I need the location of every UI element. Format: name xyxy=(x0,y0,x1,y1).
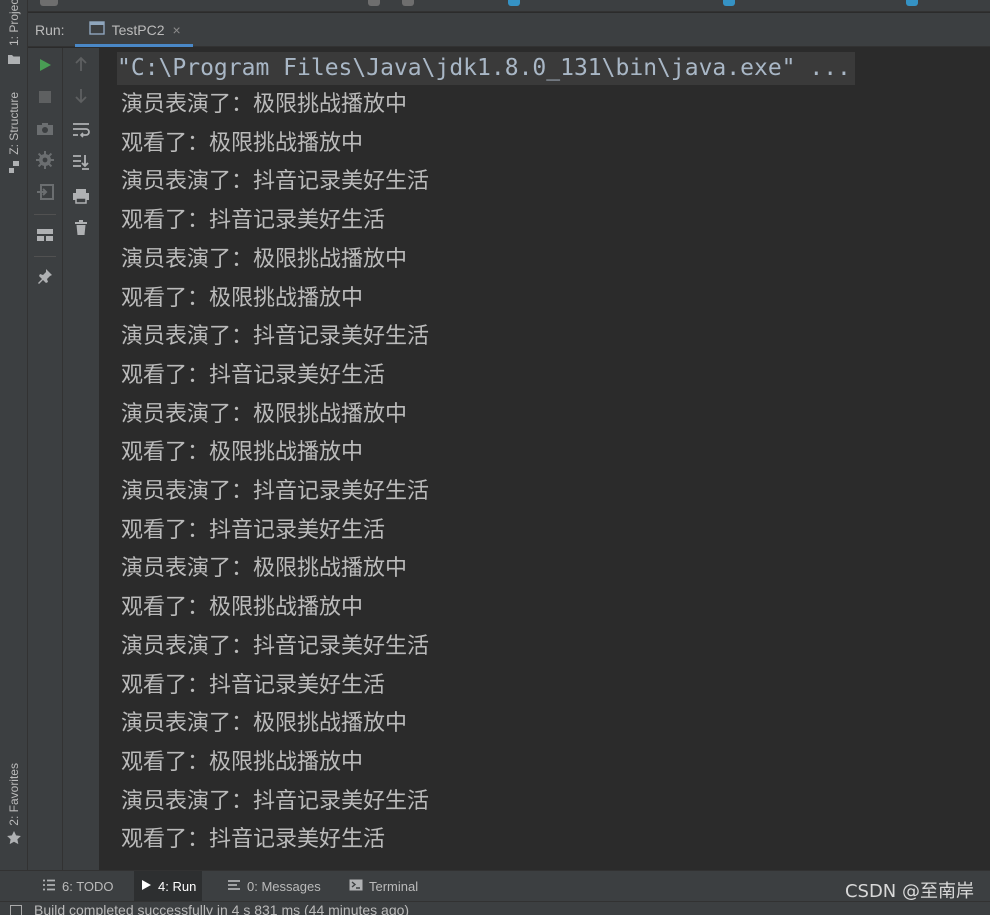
console-tab-icon xyxy=(88,21,105,38)
console-line: 观看了：抖音记录美好生活 xyxy=(121,517,386,543)
console-line: 观看了：极限挑战播放中 xyxy=(121,285,364,311)
tab-testpc2-label: TestPC2 xyxy=(111,21,165,38)
run-tool-window-header: Run: TestPC2 × xyxy=(28,13,990,47)
exit-icon xyxy=(36,184,54,204)
console-line: 观看了：抖音记录美好生活 xyxy=(121,672,386,698)
pin-icon xyxy=(37,268,53,288)
arrow-up-icon xyxy=(74,56,88,76)
camera-icon xyxy=(36,121,54,140)
clear-all-button[interactable] xyxy=(63,218,99,242)
gear-icon xyxy=(36,151,54,173)
console-line: 演员表演了：抖音记录美好生活 xyxy=(121,788,430,814)
run-toolbar-primary xyxy=(28,48,63,870)
console-line: 观看了：极限挑战播放中 xyxy=(121,130,364,156)
status-message: Build completed successfully in 4 s 831 … xyxy=(34,902,410,915)
previous-occurrence-button[interactable] xyxy=(63,54,99,78)
next-occurrence-button[interactable] xyxy=(63,86,99,110)
favorites-tab[interactable]: 2: Favorites xyxy=(0,763,28,850)
soft-wrap-icon xyxy=(72,122,90,142)
messages-icon xyxy=(227,879,241,894)
structure-icon xyxy=(7,159,21,178)
scroll-to-end-icon xyxy=(72,154,90,174)
editor-tab-icon[interactable] xyxy=(906,0,918,6)
editor-tab-strip xyxy=(28,0,990,12)
layout-icon xyxy=(36,227,54,246)
console-line: 演员表演了：极限挑战播放中 xyxy=(121,711,408,737)
close-icon[interactable]: × xyxy=(173,22,181,38)
console-line: 演员表演了：极限挑战播放中 xyxy=(121,92,408,117)
tab-todo[interactable]: 6: TODO xyxy=(36,871,120,902)
console-output[interactable]: "C:\Program Files\Java\jdk1.8.0_131\bin\… xyxy=(100,48,990,870)
play-icon xyxy=(38,57,52,76)
console-line: 演员表演了：极限挑战播放中 xyxy=(121,556,408,582)
pin-tab-button[interactable] xyxy=(28,266,62,290)
tab-terminal-label: Terminal xyxy=(369,879,419,894)
tab-terminal[interactable]: Terminal xyxy=(343,871,424,902)
project-tab[interactable]: 1: Project xyxy=(0,0,28,69)
star-icon xyxy=(6,830,22,850)
project-tab-label: 1: Project xyxy=(7,0,21,46)
trash-icon xyxy=(74,220,88,240)
structure-tab[interactable]: Z: Structure xyxy=(0,92,28,178)
settings-button[interactable] xyxy=(28,150,62,174)
exit-button[interactable] xyxy=(28,182,62,206)
tab-todo-label: 6: TODO xyxy=(62,879,114,894)
print-button[interactable] xyxy=(63,186,99,210)
run-toolbar-secondary xyxy=(63,48,100,870)
left-tool-stripe: 1: Project Z: Structure 2: Favorites xyxy=(0,0,28,870)
structure-tab-label: Z: Structure xyxy=(7,92,21,155)
list-icon xyxy=(42,879,56,894)
active-tab-indicator xyxy=(74,43,193,47)
folder-icon xyxy=(7,50,21,69)
tab-testpc2[interactable]: TestPC2 × xyxy=(74,13,193,47)
console-line: 演员表演了：极限挑战播放中 xyxy=(121,401,408,427)
console-line: 观看了：抖音记录美好生活 xyxy=(121,208,386,234)
status-icon[interactable] xyxy=(10,905,22,915)
console-line: 演员表演了：极限挑战播放中 xyxy=(121,246,408,272)
editor-tab-icon[interactable] xyxy=(508,0,520,6)
play-icon xyxy=(140,879,152,894)
status-bar: Build completed successfully in 4 s 831 … xyxy=(0,901,990,915)
tab-run-label: 4: Run xyxy=(158,879,197,894)
editor-tab-icon[interactable] xyxy=(723,0,735,6)
favorites-tab-label: 2: Favorites xyxy=(7,763,21,826)
console-line: 演员表演了：抖音记录美好生活 xyxy=(121,633,430,659)
run-label: Run: xyxy=(35,21,65,38)
soft-wrap-button[interactable] xyxy=(63,120,99,144)
toolbar-divider xyxy=(34,256,56,257)
bottom-tool-bar: 6: TODO 4: Run 0: Messages Terminal CSDN… xyxy=(0,870,990,902)
toolbar-divider xyxy=(34,214,56,215)
tab-messages[interactable]: 0: Messages xyxy=(221,871,327,902)
layout-button[interactable] xyxy=(28,224,62,248)
console-line: 观看了：抖音记录美好生活 xyxy=(121,362,386,388)
scroll-to-end-button[interactable] xyxy=(63,152,99,176)
editor-tab-icon[interactable] xyxy=(368,0,380,6)
rerun-button[interactable] xyxy=(28,54,62,78)
console-line: 演员表演了：抖音记录美好生活 xyxy=(121,479,430,504)
stop-button[interactable] xyxy=(28,86,62,110)
console-line: 观看了：极限挑战播放中 xyxy=(121,749,364,775)
dump-threads-button[interactable] xyxy=(28,118,62,142)
console-line: 观看了：极限挑战播放中 xyxy=(121,595,364,621)
arrow-down-icon xyxy=(74,88,88,108)
editor-tab-icon[interactable] xyxy=(402,0,414,6)
console-line: 观看了：抖音记录美好生活 xyxy=(121,827,386,853)
stop-icon xyxy=(38,89,52,108)
editor-tab-icon[interactable] xyxy=(40,0,58,6)
console-line: 演员表演了：抖音记录美好生活 xyxy=(121,169,430,195)
watermark: CSDN @至南岸 xyxy=(844,881,974,902)
tab-run[interactable]: 4: Run xyxy=(134,871,203,902)
command-line[interactable]: "C:\Program Files\Java\jdk1.8.0_131\bin\… xyxy=(117,52,855,85)
tab-messages-label: 0: Messages xyxy=(247,879,321,894)
console-line: 观看了：极限挑战播放中 xyxy=(121,440,364,466)
terminal-icon xyxy=(349,879,363,894)
console-line: 演员表演了：抖音记录美好生活 xyxy=(121,324,430,350)
print-icon xyxy=(72,188,90,208)
